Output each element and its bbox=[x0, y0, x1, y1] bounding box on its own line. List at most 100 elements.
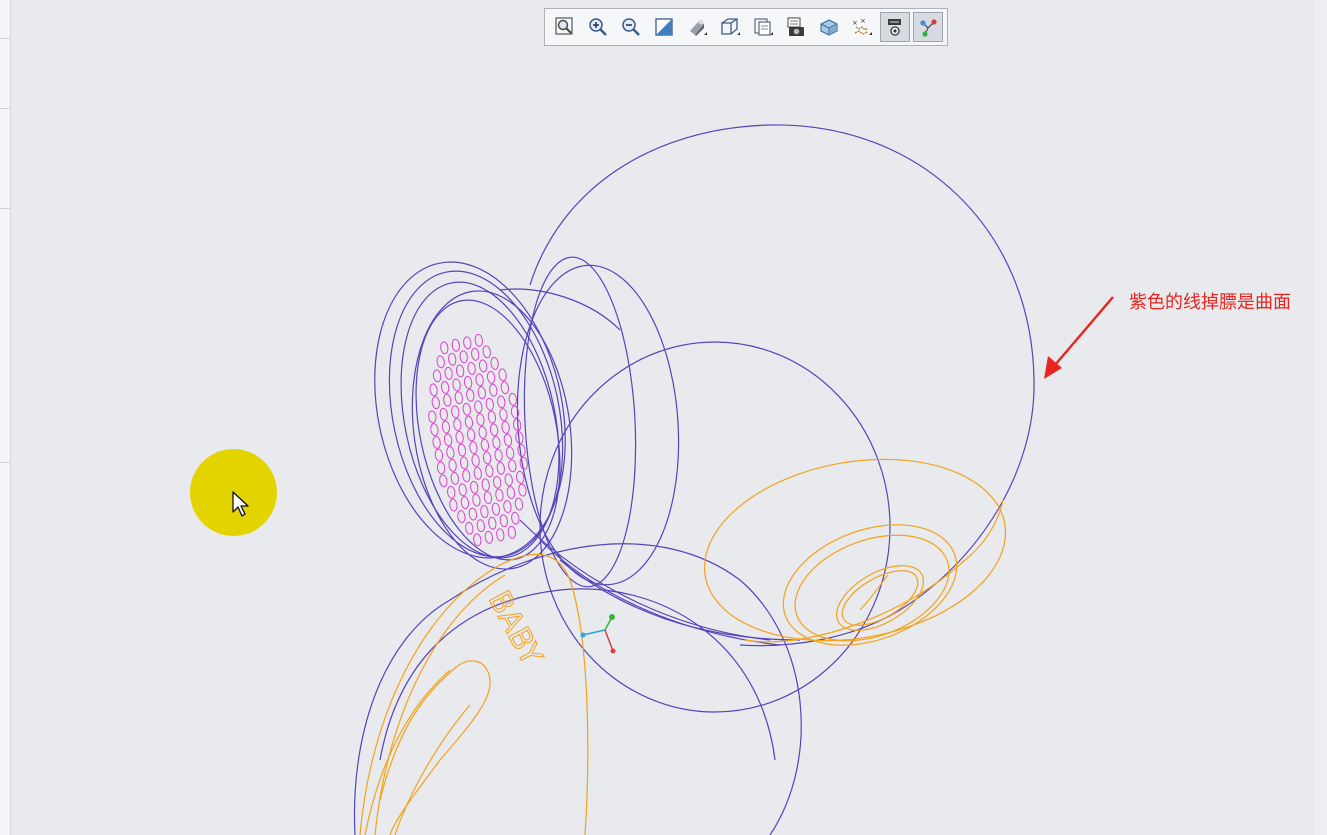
vent-hole bbox=[429, 383, 438, 397]
rim-ellipse-outer bbox=[703, 458, 1007, 642]
vent-hole bbox=[478, 359, 488, 373]
vent-hole bbox=[449, 498, 458, 512]
perspective-button[interactable] bbox=[781, 12, 811, 42]
vent-hole bbox=[496, 461, 505, 475]
vent-hole bbox=[450, 471, 459, 485]
annotation-label: 紫色的线掉膘是曲面 bbox=[1129, 292, 1291, 313]
vent-hole bbox=[440, 380, 450, 394]
vent-hole bbox=[432, 369, 442, 383]
vent-hole bbox=[463, 375, 473, 389]
vent-hole bbox=[482, 345, 491, 359]
vent-holes bbox=[428, 333, 528, 547]
vent-hole bbox=[458, 483, 467, 497]
vent-hole bbox=[503, 433, 513, 447]
vent-hole bbox=[464, 415, 474, 429]
vent-hole bbox=[443, 393, 452, 407]
vent-hole bbox=[486, 370, 496, 384]
svg-text:×: × bbox=[860, 17, 866, 25]
vent-hole bbox=[482, 451, 492, 465]
vent-hole bbox=[497, 395, 506, 409]
vent-hole bbox=[510, 405, 520, 419]
vent-hole bbox=[511, 511, 520, 525]
vent-hole bbox=[499, 408, 508, 422]
camera-icon bbox=[787, 17, 804, 36]
graphics-viewport[interactable]: BABY bbox=[0, 0, 1327, 835]
cube-view-icon bbox=[721, 18, 740, 35]
display-style-button[interactable] bbox=[682, 12, 712, 42]
vent-hole bbox=[428, 410, 437, 424]
refit-button[interactable] bbox=[550, 12, 580, 42]
vent-hole bbox=[462, 402, 471, 416]
vent-hole bbox=[447, 485, 456, 499]
vent-hole bbox=[440, 341, 449, 355]
vent-hole bbox=[444, 366, 453, 380]
repaint-button[interactable] bbox=[649, 12, 679, 42]
vent-hole bbox=[501, 420, 510, 434]
vent-hole bbox=[453, 418, 462, 432]
lower-sphere-outline bbox=[353, 543, 802, 835]
vent-hole bbox=[485, 464, 494, 478]
vent-hole bbox=[448, 352, 457, 366]
vent-hole bbox=[443, 433, 453, 447]
vent-hole bbox=[505, 446, 515, 460]
vent-hole bbox=[500, 381, 509, 395]
vent-hole bbox=[483, 491, 493, 505]
vent-hole bbox=[457, 443, 467, 457]
section-cube-icon bbox=[820, 19, 838, 36]
view-manager-button[interactable] bbox=[748, 12, 778, 42]
zoom-in-button[interactable] bbox=[583, 12, 613, 42]
repaint-icon bbox=[655, 18, 673, 36]
vent-hole bbox=[439, 407, 448, 421]
zoom-in-icon bbox=[589, 18, 607, 36]
vent-hole bbox=[463, 336, 472, 350]
vent-hole bbox=[448, 458, 457, 472]
medium-sphere-outline bbox=[539, 341, 891, 713]
spin-center-button[interactable] bbox=[913, 12, 943, 42]
datum-display-button[interactable]: × × bbox=[847, 12, 877, 42]
saved-orientations-button[interactable] bbox=[715, 12, 745, 42]
vent-hole bbox=[491, 502, 501, 516]
vent-hole bbox=[432, 435, 441, 449]
datum-points-icon: × × bbox=[852, 17, 872, 35]
vent-hole bbox=[454, 391, 463, 405]
annotation-display-button[interactable] bbox=[880, 12, 910, 42]
vent-hole bbox=[436, 355, 445, 369]
vent-hole bbox=[472, 493, 481, 507]
vent-hole bbox=[473, 533, 482, 547]
vent-hole bbox=[469, 441, 478, 455]
vent-hole bbox=[452, 378, 461, 392]
model-features bbox=[359, 458, 1007, 835]
vent-hole bbox=[516, 470, 525, 484]
zoom-out-icon bbox=[622, 18, 640, 36]
shading-icon bbox=[690, 19, 707, 36]
vent-hole bbox=[478, 425, 487, 439]
vent-hole bbox=[441, 420, 451, 434]
vent-hole bbox=[457, 510, 466, 524]
vent-hole bbox=[498, 368, 507, 382]
vent-hole bbox=[471, 347, 480, 361]
vent-hole bbox=[476, 413, 485, 427]
vent-hole bbox=[492, 436, 501, 450]
vent-hole bbox=[431, 396, 440, 410]
vent-hole bbox=[476, 519, 485, 533]
engraved-text: BABY bbox=[481, 585, 549, 671]
vent-hole bbox=[451, 405, 460, 419]
svg-text:×: × bbox=[852, 19, 858, 27]
vent-hole bbox=[430, 423, 439, 437]
vent-hole bbox=[488, 516, 497, 530]
vent-hole bbox=[499, 514, 508, 528]
refit-icon bbox=[555, 17, 573, 35]
vent-hole bbox=[494, 448, 503, 462]
vent-hole bbox=[506, 486, 516, 500]
zoom-out-button[interactable] bbox=[616, 12, 646, 42]
view-manager-icon bbox=[754, 18, 773, 36]
vent-hole bbox=[490, 356, 499, 370]
vent-hole bbox=[466, 428, 476, 442]
view-toolbar: × × bbox=[544, 8, 948, 46]
vent-hole bbox=[462, 469, 471, 483]
annotation-arrow bbox=[1044, 296, 1114, 379]
vent-hole bbox=[504, 473, 513, 487]
coordinate-triad bbox=[580, 614, 616, 654]
vent-hole bbox=[493, 475, 502, 489]
section-button[interactable] bbox=[814, 12, 844, 42]
